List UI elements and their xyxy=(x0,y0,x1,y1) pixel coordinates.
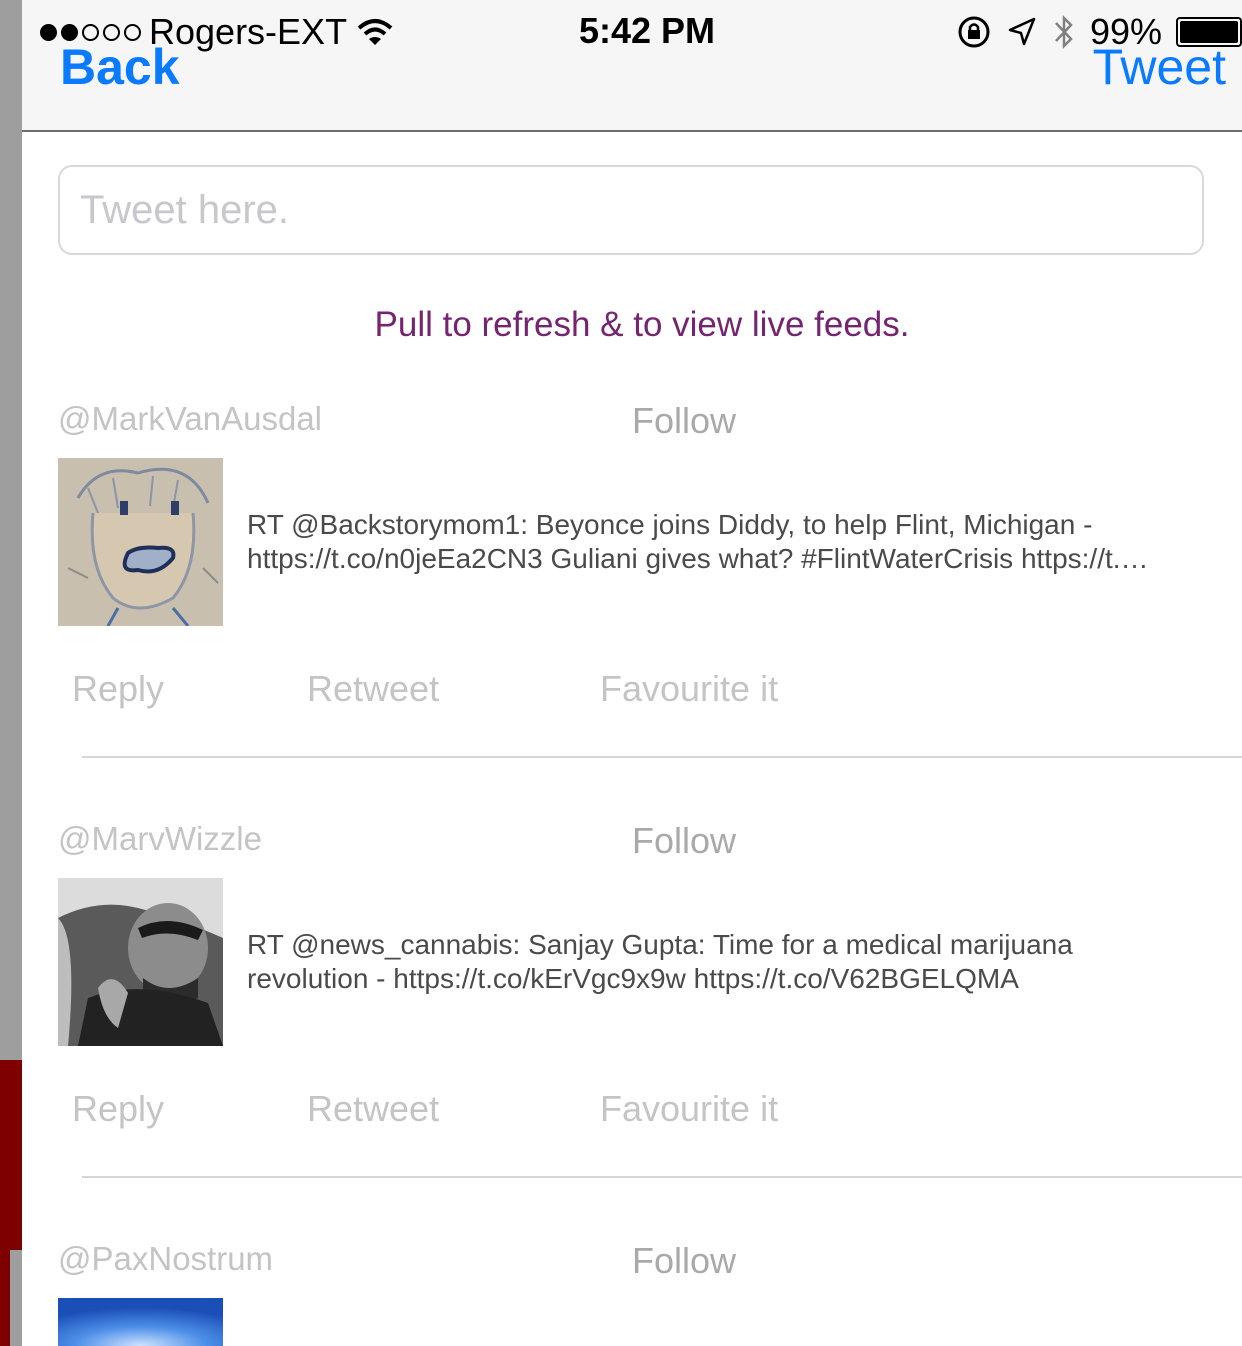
tweet-handle[interactable]: @MarkVanAusdal xyxy=(58,400,322,438)
tweet-text-line: https://t.co/n0jeEa2CN3 Guliani gives wh… xyxy=(247,543,1149,574)
avatar[interactable] xyxy=(58,458,223,626)
reply-button[interactable]: Reply xyxy=(72,1088,164,1130)
follow-button[interactable]: Follow xyxy=(632,1240,736,1282)
retweet-button[interactable]: Retweet xyxy=(307,668,439,710)
tweet-actions: Reply Retweet Favourite it xyxy=(22,668,1242,712)
feed-item: @MarkVanAusdal Follow RT @Backstorymom1:… xyxy=(22,400,1242,820)
favourite-button[interactable]: Favourite it xyxy=(600,1088,778,1130)
avatar[interactable] xyxy=(58,1298,223,1346)
tweet-button[interactable]: Tweet xyxy=(1093,38,1226,96)
refresh-hint: Pull to refresh & to view live feeds. xyxy=(374,305,910,344)
orientation-lock-icon xyxy=(958,16,990,48)
feed-item: @MarvWizzle Follow RT @news_cannabis: Sa… xyxy=(22,820,1242,1240)
tweet-handle[interactable]: @PaxNostrum xyxy=(58,1240,273,1278)
feed-item: @PaxNostrum Follow xyxy=(22,1240,1242,1346)
tweet-text-line: RT @Backstorymom1: Beyonce joins Diddy, … xyxy=(247,509,1093,540)
tweet-text-line: RT @news_cannabis: Sanjay Gupta: Time fo… xyxy=(247,929,1073,960)
tweet-actions: Reply Retweet Favourite it xyxy=(22,1088,1242,1132)
tweet-text: RT @Backstorymom1: Beyonce joins Diddy, … xyxy=(247,508,1242,576)
tweet-input[interactable] xyxy=(58,165,1204,255)
tweet-text: RT @news_cannabis: Sanjay Gupta: Time fo… xyxy=(247,928,1242,996)
follow-button[interactable]: Follow xyxy=(632,820,736,862)
back-button[interactable]: Back xyxy=(60,38,180,96)
background-edge-red xyxy=(0,1060,22,1250)
tweet-text-line: revolution - https://t.co/kErVgc9x9w htt… xyxy=(247,963,1019,994)
background-edge-red-low xyxy=(0,1250,10,1346)
tweet-handle[interactable]: @MarvWizzle xyxy=(58,820,262,858)
navigation-bar: Rogers-EXT 5:42 PM 99% Back Tweet xyxy=(22,0,1242,132)
avatar[interactable] xyxy=(58,878,223,1046)
bluetooth-icon xyxy=(1055,14,1073,50)
retweet-button[interactable]: Retweet xyxy=(307,1088,439,1130)
separator xyxy=(82,756,1242,758)
app-screen: Rogers-EXT 5:42 PM 99% Back Tweet Tweet … xyxy=(22,0,1242,1346)
reply-button[interactable]: Reply xyxy=(72,668,164,710)
follow-button[interactable]: Follow xyxy=(632,400,736,442)
background-edge xyxy=(0,0,22,1346)
location-arrow-icon xyxy=(1008,17,1036,46)
favourite-button[interactable]: Favourite it xyxy=(600,668,778,710)
separator xyxy=(82,1176,1242,1178)
